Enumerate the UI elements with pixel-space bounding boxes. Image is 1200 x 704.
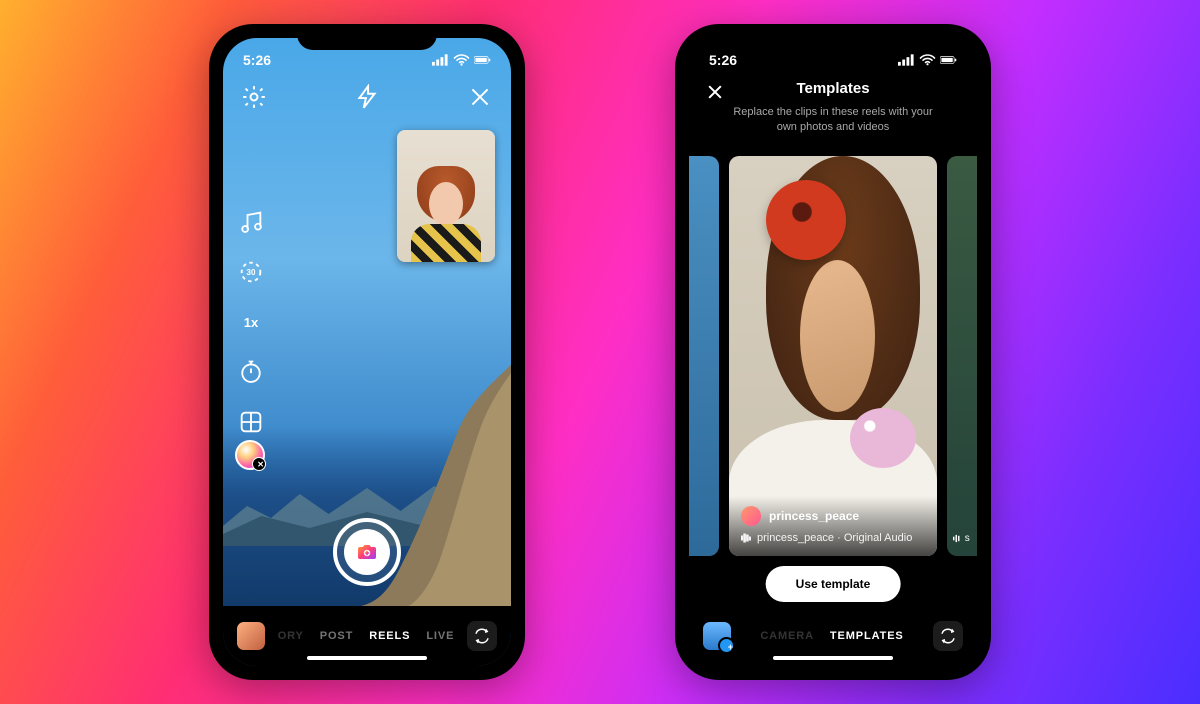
mode-post[interactable]: POST <box>320 630 353 642</box>
promo-stage: 5:26 30 1x ✕ <box>0 0 1200 704</box>
close-icon[interactable] <box>467 84 493 110</box>
template-audio[interactable]: princess_peace · Original Audio <box>741 532 925 544</box>
template-card-next[interactable]: s <box>947 156 977 556</box>
phone-notch <box>297 24 437 50</box>
audio-bars-icon <box>741 533 751 543</box>
speed-control[interactable]: 1x <box>237 308 265 336</box>
home-indicator <box>773 656 893 660</box>
phone-templates: 5:26 Templates Replace the clips in thes… <box>675 24 991 680</box>
phone-reels-camera: 5:26 30 1x ✕ <box>209 24 525 680</box>
capture-modes[interactable]: ORY POST REELS LIVE <box>265 630 467 642</box>
templates-carousel[interactable]: princess_peace princess_peace · Original… <box>689 156 977 556</box>
template-modes[interactable]: CAMERA TEMPLATES <box>731 630 933 642</box>
gallery-picker[interactable] <box>237 622 265 650</box>
remove-effect-icon[interactable]: ✕ <box>257 460 264 469</box>
next-audio-edge: s <box>953 533 970 544</box>
camera-top-toolbar <box>223 84 511 110</box>
camera-plus-icon <box>355 540 379 564</box>
screen: 5:26 Templates Replace the clips in thes… <box>689 38 977 666</box>
mode-templates[interactable]: TEMPLATES <box>830 630 904 642</box>
front-camera-preview <box>411 162 481 262</box>
mode-camera[interactable]: CAMERA <box>760 630 814 642</box>
use-template-button[interactable]: Use template <box>766 566 901 602</box>
layout-grid-icon[interactable] <box>237 408 265 436</box>
author-avatar[interactable] <box>741 506 761 526</box>
flip-camera-button[interactable] <box>933 621 963 651</box>
flip-camera-button[interactable] <box>467 621 497 651</box>
battery-icon <box>474 54 491 66</box>
close-icon[interactable] <box>705 82 725 107</box>
phone-notch <box>763 24 903 50</box>
effects-button[interactable]: ✕ <box>235 440 265 470</box>
timer-icon[interactable] <box>237 358 265 386</box>
template-card[interactable]: princess_peace princess_peace · Original… <box>729 156 937 556</box>
page-title: Templates <box>705 80 961 97</box>
template-card-prev[interactable] <box>689 156 719 556</box>
dual-camera-pip[interactable] <box>397 130 495 262</box>
flower-red <box>766 180 846 260</box>
status-time: 5:26 <box>709 52 737 68</box>
template-meta: princess_peace princess_peace · Original… <box>729 496 937 556</box>
flash-icon[interactable] <box>354 84 380 110</box>
wifi-icon <box>919 54 936 66</box>
camera-side-toolbar: 30 1x <box>237 208 265 436</box>
audio-music-icon[interactable] <box>237 208 265 236</box>
duration-icon[interactable]: 30 <box>237 258 265 286</box>
battery-icon <box>940 54 957 66</box>
cellular-icon <box>432 54 449 66</box>
mode-reels[interactable]: REELS <box>369 630 410 642</box>
mode-story[interactable]: ORY <box>278 630 304 642</box>
plus-icon: + <box>728 642 733 652</box>
settings-gear-icon[interactable] <box>241 84 267 110</box>
home-indicator <box>307 656 427 660</box>
screen: 5:26 30 1x ✕ <box>223 38 511 666</box>
wifi-icon <box>453 54 470 66</box>
page-subtitle: Replace the clips in these reels with yo… <box>723 105 943 135</box>
mode-live[interactable]: LIVE <box>426 630 454 642</box>
flower-pink <box>850 408 916 468</box>
status-icons <box>432 54 491 66</box>
author-username[interactable]: princess_peace <box>769 509 859 523</box>
shutter-button[interactable] <box>333 518 401 586</box>
templates-header: Templates Replace the clips in these ree… <box>689 80 977 135</box>
status-time: 5:26 <box>243 52 271 68</box>
status-icons <box>898 54 957 66</box>
gallery-picker[interactable]: + <box>703 622 731 650</box>
cellular-icon <box>898 54 915 66</box>
audio-label: princess_peace · Original Audio <box>757 532 912 544</box>
